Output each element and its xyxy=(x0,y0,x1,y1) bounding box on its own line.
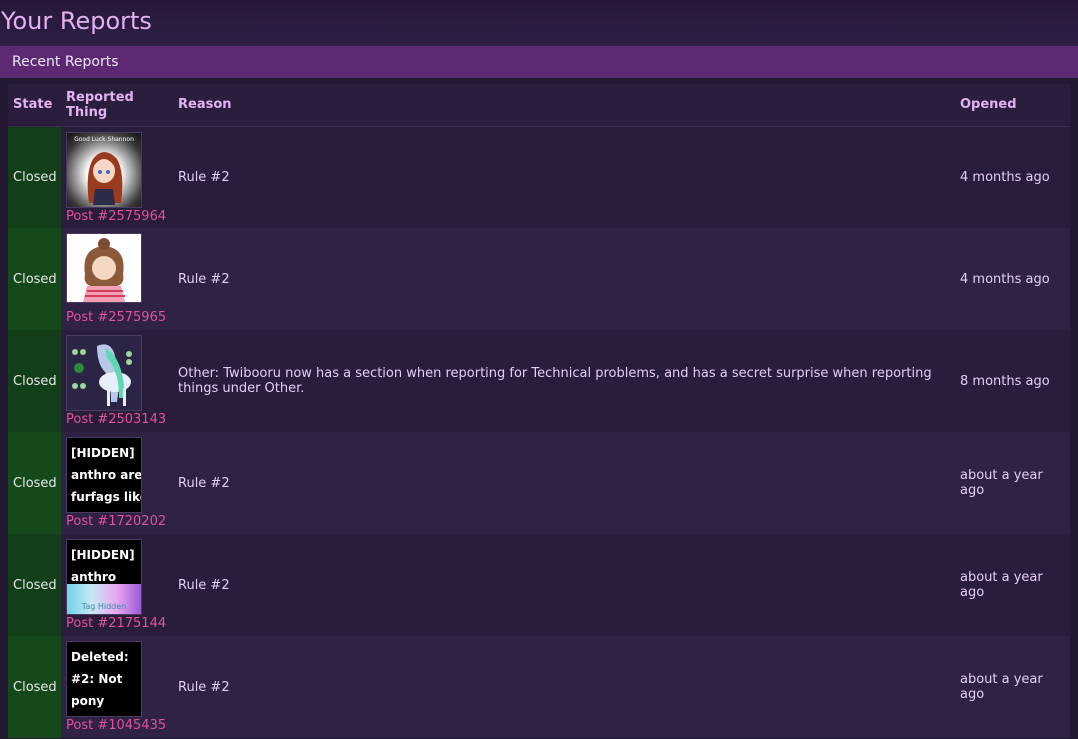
post-link[interactable]: Post #1045435 xyxy=(66,719,168,733)
reported-thing: [HIDDEN] anthro Tag Hidden Post #2175144 xyxy=(61,534,173,636)
post-link[interactable]: Post #1720202 xyxy=(66,515,168,529)
report-reason: Other: Twibooru now has a section when r… xyxy=(178,366,932,396)
post-thumbnail[interactable] xyxy=(66,335,142,411)
character-art-icon xyxy=(83,238,125,302)
reports-table: State Reported Thing Reason Opened Close… xyxy=(8,84,1070,738)
opened-time: 8 months ago xyxy=(960,373,1050,389)
pony-art-icon xyxy=(72,344,132,406)
opened-time: 4 months ago xyxy=(960,271,1050,287)
state-badge: Closed xyxy=(8,534,61,636)
state-badge: Closed xyxy=(8,126,61,228)
state-badge: Closed xyxy=(8,432,61,534)
table-row: Closed Post #2503143 Other: Twibooru now… xyxy=(8,330,1070,432)
reported-thing: [HIDDEN] anthro are furfags like this Po… xyxy=(61,432,173,534)
reported-thing: Post #2575965 xyxy=(61,228,173,330)
report-reason: Rule #2 xyxy=(178,169,230,185)
reports-table-wrapper: State Reported Thing Reason Opened Close… xyxy=(0,78,1078,738)
tag-hidden-label: Tag Hidden xyxy=(81,602,127,611)
state-badge: Closed xyxy=(8,228,61,330)
reported-thing: Deleted: #2: Not pony related Post #1045… xyxy=(61,636,173,738)
post-thumbnail[interactable]: Good Luck Shannon xyxy=(66,131,142,208)
header-reported-thing: Reported Thing xyxy=(61,84,173,127)
state-badge: Closed xyxy=(8,636,61,738)
report-reason: Rule #2 xyxy=(178,679,230,695)
table-row: Closed Post #2575965 Rule #2 4 months ag… xyxy=(8,228,1070,330)
table-row: Closed Deleted: #2: Not pony related Pos… xyxy=(8,636,1070,738)
report-reason: Rule #2 xyxy=(178,577,230,593)
deleted-post-text: Deleted: #2: Not pony related xyxy=(71,650,129,708)
post-thumbnail[interactable] xyxy=(66,233,142,303)
post-thumbnail[interactable]: [HIDDEN] anthro Tag Hidden xyxy=(66,539,142,615)
post-thumbnail[interactable]: Deleted: #2: Not pony related xyxy=(66,641,142,717)
reported-thing: Good Luck Shannon Post #2575964 xyxy=(61,126,173,228)
character-art-icon xyxy=(87,151,123,205)
table-row: Closed [HIDDEN] anthro are furfags like … xyxy=(8,432,1070,534)
header-state: State xyxy=(8,84,61,127)
opened-time: 4 months ago xyxy=(960,169,1050,185)
table-header-row: State Reported Thing Reason Opened xyxy=(8,84,1070,127)
post-link[interactable]: Post #2575965 xyxy=(66,311,168,325)
opened-time: about a year ago xyxy=(960,570,1043,600)
opened-time: about a year ago xyxy=(960,468,1043,498)
post-link[interactable]: Post #2503143 xyxy=(66,413,168,427)
report-reason: Rule #2 xyxy=(178,271,230,287)
table-row: Closed [HIDDEN] anthro Tag Hidden Post #… xyxy=(8,534,1070,636)
opened-time: about a year ago xyxy=(960,672,1043,702)
reported-thing: Post #2503143 xyxy=(61,330,173,432)
page-header: Your Reports xyxy=(0,0,1078,46)
table-row: Closed Good Luck Shannon Post #2575964 R… xyxy=(8,126,1070,228)
recent-reports-header: Recent Reports xyxy=(0,46,1078,78)
report-reason: Rule #2 xyxy=(178,475,230,491)
post-link[interactable]: Post #2575964 xyxy=(66,209,168,224)
page-title: Your Reports xyxy=(1,7,152,35)
header-reason: Reason xyxy=(173,84,955,127)
state-badge: Closed xyxy=(8,330,61,432)
hidden-post-text: [HIDDEN] anthro are furfags like this xyxy=(71,446,142,504)
post-link[interactable]: Post #2175144 xyxy=(66,617,168,631)
post-thumbnail[interactable]: [HIDDEN] anthro are furfags like this xyxy=(66,437,142,513)
hidden-post-text: [HIDDEN] anthro xyxy=(71,548,135,584)
thumbnail-caption: Good Luck Shannon xyxy=(74,135,134,143)
header-opened: Opened xyxy=(955,84,1070,127)
